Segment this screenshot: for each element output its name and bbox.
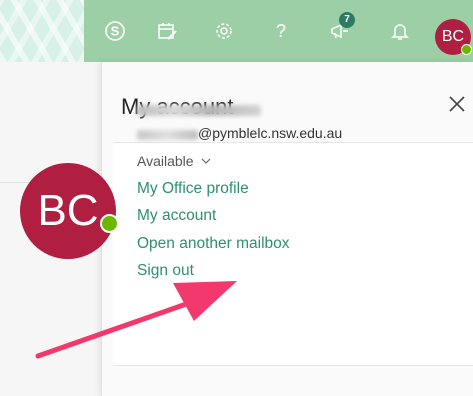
top-bar: S ? 7: [84, 0, 473, 62]
svg-text:S: S: [111, 24, 120, 39]
open-another-mailbox-link[interactable]: Open another mailbox: [137, 235, 290, 253]
megaphone-icon[interactable]: 7: [327, 12, 355, 44]
avatar-initials: BC: [441, 28, 465, 45]
help-icon[interactable]: ?: [268, 18, 294, 44]
presence-label: Available: [137, 153, 194, 169]
gear-icon[interactable]: [211, 18, 237, 44]
theme-banner: [0, 0, 84, 62]
account-avatar: BC: [20, 163, 116, 259]
chevron-down-icon: [202, 158, 211, 164]
close-icon[interactable]: [446, 93, 468, 115]
presence-dot: [461, 44, 472, 55]
avatar-initials: BC: [37, 186, 99, 235]
redacted-display-name: [137, 105, 261, 116]
notification-badge: 7: [339, 12, 355, 28]
account-email: @pymblelc.nsw.edu.au: [198, 125, 343, 141]
sign-out-link[interactable]: Sign out: [137, 262, 194, 280]
my-account-link[interactable]: My account: [137, 207, 216, 225]
redacted-email-prefix: [137, 130, 198, 140]
account-card: [113, 142, 473, 366]
my-office-profile-link[interactable]: My Office profile: [137, 180, 249, 198]
skype-icon[interactable]: S: [102, 18, 128, 44]
presence-dot: [100, 214, 119, 233]
bell-icon[interactable]: [387, 18, 413, 44]
calendar-edit-icon[interactable]: [154, 18, 180, 44]
svg-text:?: ?: [276, 21, 286, 41]
profile-avatar-button[interactable]: BC: [435, 19, 472, 55]
presence-dropdown[interactable]: Available: [137, 153, 212, 169]
